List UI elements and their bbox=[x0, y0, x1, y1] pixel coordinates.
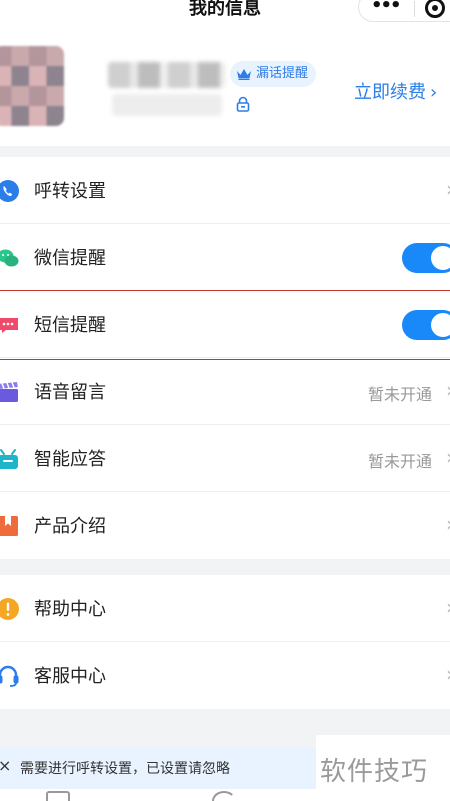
sms-icon bbox=[0, 318, 18, 333]
capsule-divider bbox=[414, 1, 415, 17]
renew-button[interactable]: 立即续费 › bbox=[354, 78, 437, 104]
vip-badge: 漏话提醒 bbox=[230, 61, 317, 87]
chevron-right-icon: › bbox=[446, 378, 450, 402]
mini-program-capsule: ••• bbox=[358, 0, 450, 22]
crown-icon bbox=[237, 69, 251, 80]
settings-row-label: 智能应答 bbox=[34, 449, 106, 470]
notice-text: 需要进行呼转设置，已设置请忽略 bbox=[20, 761, 230, 777]
support-row-label: 客服中心 bbox=[34, 666, 106, 687]
avatar bbox=[0, 46, 64, 126]
close-mini-program-icon[interactable] bbox=[425, 0, 445, 18]
settings-row-label: 语音留言 bbox=[34, 382, 106, 403]
settings-row-label: 短信提醒 bbox=[34, 315, 106, 336]
headset-icon bbox=[0, 665, 19, 687]
status-text: 暂未开通 bbox=[367, 385, 432, 404]
wechat-icon bbox=[0, 249, 19, 267]
settings-section: 呼转设置 › 微信提醒 短信提醒 语音留言 暂未开通 › bbox=[0, 157, 450, 559]
vip-badge-label: 漏话提醒 bbox=[256, 66, 309, 81]
exclamation-icon bbox=[0, 598, 19, 620]
nav-bar: 我的信息 ••• bbox=[0, 0, 450, 26]
support-row-label: 帮助中心 bbox=[34, 599, 106, 620]
settings-row-call-forward[interactable]: 呼转设置 › bbox=[0, 157, 450, 224]
clapper-icon bbox=[0, 382, 18, 402]
settings-row-product-intro[interactable]: 产品介绍 › bbox=[0, 492, 450, 559]
close-notice-icon[interactable]: × bbox=[0, 756, 11, 775]
tab-refresh-icon[interactable] bbox=[212, 791, 236, 801]
support-row-help-center[interactable]: 帮助中心 › bbox=[0, 575, 450, 642]
lock-icon bbox=[236, 96, 250, 112]
sms-remind-toggle[interactable] bbox=[402, 310, 450, 340]
tab-bar bbox=[0, 789, 450, 801]
chevron-right-icon: › bbox=[446, 662, 450, 686]
watermark-text: 软件技巧 bbox=[320, 757, 429, 787]
chevron-right-icon: › bbox=[446, 512, 450, 536]
chevron-right-icon: › bbox=[430, 82, 438, 103]
robot-icon bbox=[0, 449, 18, 469]
phone-forward-icon bbox=[0, 180, 19, 202]
settings-row-sms-remind: 短信提醒 bbox=[0, 291, 450, 358]
settings-row-voicemail[interactable]: 语音留言 暂未开通 › bbox=[0, 358, 450, 425]
settings-row-smart-answer[interactable]: 智能应答 暂未开通 › bbox=[0, 425, 450, 492]
settings-row-label: 微信提醒 bbox=[34, 248, 106, 269]
settings-row-label: 呼转设置 bbox=[34, 181, 106, 202]
settings-row-wechat-remind: 微信提醒 bbox=[0, 224, 450, 291]
chevron-right-icon: › bbox=[446, 177, 450, 201]
more-button[interactable]: ••• bbox=[371, 0, 401, 16]
user-phone-redacted bbox=[112, 94, 222, 116]
renew-label: 立即续费 bbox=[354, 82, 426, 103]
chevron-right-icon: › bbox=[446, 595, 450, 619]
user-name-redacted bbox=[108, 62, 226, 88]
support-section: 帮助中心 › 客服中心 › bbox=[0, 575, 450, 709]
profile-card: 漏话提醒 立即续费 › bbox=[0, 26, 450, 146]
settings-row-label: 产品介绍 bbox=[34, 516, 106, 537]
wechat-remind-toggle[interactable] bbox=[402, 243, 450, 273]
status-text: 暂未开通 bbox=[367, 452, 432, 471]
support-row-service-center[interactable]: 客服中心 › bbox=[0, 642, 450, 709]
chevron-right-icon: › bbox=[446, 445, 450, 469]
bookmark-icon bbox=[0, 516, 18, 536]
tab-document-icon[interactable] bbox=[46, 791, 70, 801]
